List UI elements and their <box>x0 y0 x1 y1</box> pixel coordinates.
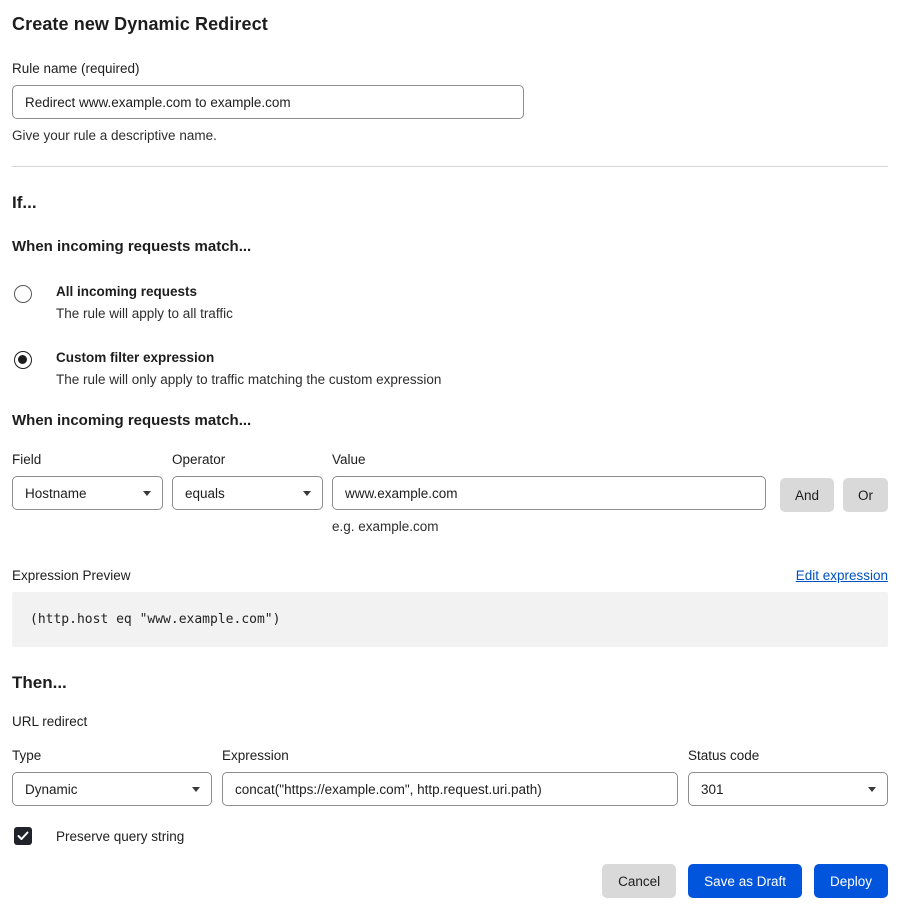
status-code-value: 301 <box>701 782 724 797</box>
operator-select[interactable]: equals <box>172 476 323 510</box>
status-code-select[interactable]: 301 <box>688 772 888 806</box>
filter-builder-row: Field Hostname Operator equals Value e.g… <box>12 452 888 534</box>
rule-name-help: Give your rule a descriptive name. <box>12 128 888 143</box>
rule-name-label: Rule name (required) <box>12 61 888 76</box>
radio-option-description: The rule will only apply to traffic matc… <box>56 372 441 387</box>
redirect-expression-input[interactable] <box>222 772 678 806</box>
expression-preview-code-block: (http.host eq "www.example.com") <box>12 592 888 647</box>
chevron-down-icon <box>303 491 311 496</box>
type-label: Type <box>12 748 212 763</box>
redirect-settings-row: Type Dynamic Expression Status code 301 <box>12 748 888 806</box>
page-title: Create new Dynamic Redirect <box>12 14 888 35</box>
expression-preview-code: (http.host eq "www.example.com") <box>30 612 280 627</box>
status-code-column: Status code 301 <box>688 748 888 806</box>
status-code-label: Status code <box>688 748 888 763</box>
radio-option-texts: All incoming requests The rule will appl… <box>56 284 233 321</box>
radio-selected-icon[interactable] <box>14 351 32 369</box>
save-as-draft-button[interactable]: Save as Draft <box>688 864 802 898</box>
operator-label: Operator <box>172 452 323 467</box>
rule-name-input[interactable] <box>12 85 524 119</box>
value-input[interactable] <box>332 476 766 510</box>
value-column: Value e.g. example.com <box>332 452 766 534</box>
and-button[interactable]: And <box>780 478 834 512</box>
radio-option-label: Custom filter expression <box>56 350 441 365</box>
field-select[interactable]: Hostname <box>12 476 163 510</box>
radio-option-all-incoming-requests[interactable]: All incoming requests The rule will appl… <box>12 284 888 321</box>
expression-column: Expression <box>222 748 678 806</box>
edit-expression-link[interactable]: Edit expression <box>796 568 888 583</box>
value-help: e.g. example.com <box>332 519 766 534</box>
preserve-query-string-option[interactable]: Preserve query string <box>12 827 888 845</box>
url-redirect-label: URL redirect <box>12 714 888 729</box>
then-heading: Then... <box>12 673 888 693</box>
if-heading: If... <box>12 193 888 213</box>
chevron-down-icon <box>143 491 151 496</box>
expression-preview-row: Expression Preview Edit expression <box>12 568 888 583</box>
deploy-button[interactable]: Deploy <box>814 864 888 898</box>
filter-builder-heading: When incoming requests match... <box>12 412 888 429</box>
incoming-match-heading: When incoming requests match... <box>12 238 888 255</box>
type-column: Type Dynamic <box>12 748 212 806</box>
redirect-type-value: Dynamic <box>25 782 78 797</box>
or-button[interactable]: Or <box>843 478 888 512</box>
redirect-type-select[interactable]: Dynamic <box>12 772 212 806</box>
radio-option-label: All incoming requests <box>56 284 233 299</box>
chevron-down-icon <box>868 787 876 792</box>
rule-name-group: Rule name (required) Give your rule a de… <box>12 61 888 143</box>
field-select-value: Hostname <box>25 486 87 501</box>
field-column: Field Hostname <box>12 452 163 510</box>
redirect-expression-label: Expression <box>222 748 678 763</box>
operator-select-value: equals <box>185 486 225 501</box>
radio-option-description: The rule will apply to all traffic <box>56 306 233 321</box>
chevron-down-icon <box>192 787 200 792</box>
preserve-query-string-label: Preserve query string <box>56 829 184 844</box>
radio-unselected-icon[interactable] <box>14 285 32 303</box>
create-dynamic-redirect-form: Create new Dynamic Redirect Rule name (r… <box>0 0 907 910</box>
section-divider <box>12 166 888 167</box>
radio-option-texts: Custom filter expression The rule will o… <box>56 350 441 387</box>
cancel-button[interactable]: Cancel <box>602 864 676 898</box>
radio-option-custom-filter-expression[interactable]: Custom filter expression The rule will o… <box>12 350 888 387</box>
expression-preview-label: Expression Preview <box>12 568 131 583</box>
operator-column: Operator equals <box>172 452 323 510</box>
field-label: Field <box>12 452 163 467</box>
checkbox-checked-icon[interactable] <box>14 827 32 845</box>
footer-actions: Cancel Save as Draft Deploy <box>12 864 888 898</box>
value-label: Value <box>332 452 766 467</box>
